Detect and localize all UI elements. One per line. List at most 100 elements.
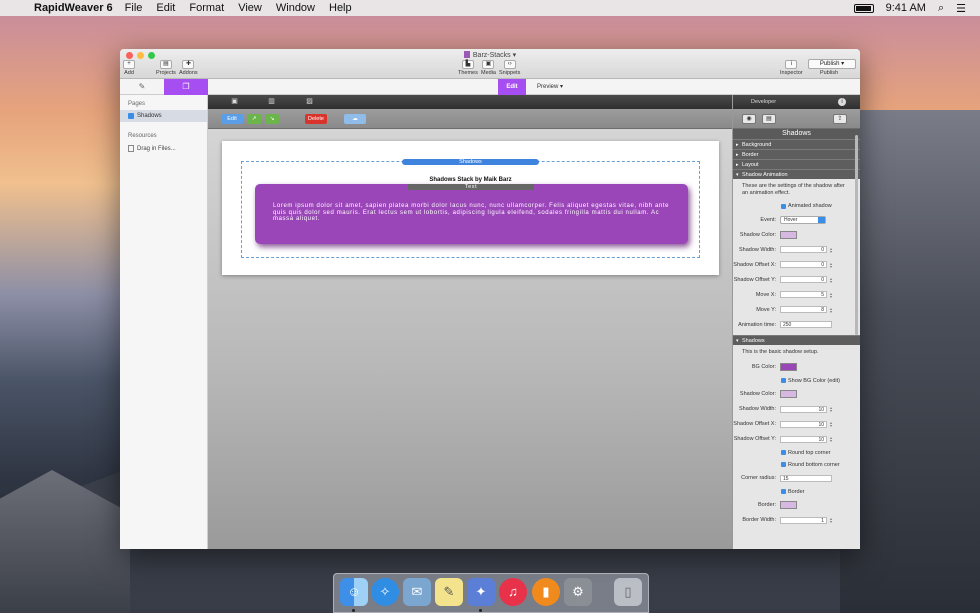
snippets-button[interactable]: ‹› Snippets [499, 60, 520, 76]
corner-radius-row: Corner radius: 15 [733, 471, 860, 486]
stepper-icon[interactable]: ▴ ▾ [830, 261, 832, 268]
addons-button[interactable]: ✚ Addons [179, 60, 198, 76]
menu-view[interactable]: View [238, 2, 262, 14]
developer-bar: Developer i [733, 95, 860, 109]
stepper-icon[interactable]: ▴ ▾ [830, 306, 832, 313]
corner-radius-field[interactable]: 15 [780, 474, 832, 482]
anim-shadow-width-field[interactable]: 0 [780, 246, 827, 253]
menu-edit[interactable]: Edit [156, 2, 175, 14]
themes-button[interactable]: ▙ Themes [458, 60, 478, 76]
shadow-box[interactable]: Text Lorem ipsum dolor sit amet, sapien … [255, 184, 688, 244]
anim-offset-y-field[interactable]: 0 [780, 276, 827, 283]
stack-title: Shadows Stack by Maik Barz [429, 177, 512, 183]
stepper-icon[interactable]: ▴ ▾ [830, 436, 832, 443]
section-border[interactable]: Border [733, 149, 860, 160]
move-down-button[interactable]: ↘ [265, 114, 279, 124]
animation-time-field[interactable]: 250 [780, 321, 832, 328]
trash-icon[interactable]: ▯ [614, 578, 642, 606]
move-x-field[interactable]: 5 [780, 291, 827, 298]
eye-icon[interactable]: ◉ [742, 114, 756, 124]
stepper-icon[interactable]: ▴ ▾ [830, 291, 832, 298]
themes-icon: ▙ [461, 60, 474, 69]
animated-shadow-checkbox[interactable]: Animated shadow [733, 200, 860, 212]
preview-mode-tab[interactable]: Preview ▾ [530, 79, 570, 95]
edit-mode-tab[interactable]: Edit [498, 79, 526, 95]
text-stack-badge[interactable]: Text [408, 184, 534, 190]
inspector-scrollbar[interactable] [855, 135, 858, 335]
edit-stack-button[interactable]: Edit [221, 114, 243, 124]
bg-color-label: BG Color: [751, 364, 776, 370]
anim-offset-x-field[interactable]: 0 [780, 261, 827, 268]
stepper-icon[interactable]: ▴ ▾ [830, 246, 832, 253]
mail-icon[interactable]: ✉ [403, 578, 431, 606]
anim-shadow-color-swatch[interactable] [780, 230, 797, 239]
projects-button[interactable]: ▤ Projects [156, 60, 176, 76]
drag-in-files-item[interactable]: Drag in Files... [120, 142, 207, 155]
system-preferences-icon[interactable]: ⚙ [564, 578, 592, 606]
settings-tab[interactable]: ✎ [120, 79, 164, 95]
show-bg-color-checkbox[interactable]: Show BG Color (edit) [733, 375, 860, 387]
dock: ☺ ✧ ✉ ✎ ✦ ♫ ▮ ⚙ ▯ [333, 573, 649, 613]
section-shadow-animation[interactable]: Shadow Animation [733, 169, 860, 180]
stack-badge[interactable]: Shadows [402, 159, 539, 165]
section-layout[interactable]: Layout [733, 159, 860, 170]
event-select[interactable]: Hover [780, 215, 826, 224]
delete-stack-button[interactable]: Delete [305, 114, 327, 124]
border-checkbox[interactable]: Border [733, 486, 860, 498]
bg-color-swatch[interactable] [780, 363, 797, 371]
stepper-icon[interactable]: ▴ ▾ [830, 276, 832, 283]
battery-icon[interactable] [853, 3, 874, 13]
ibooks-icon[interactable]: ▮ [532, 578, 560, 606]
stepper-icon[interactable]: ▴ ▾ [830, 421, 832, 428]
lock-icon[interactable]: ▤ [762, 114, 776, 124]
add-button[interactable]: + Add [123, 60, 135, 76]
shadow-offset-y-field[interactable]: 10 [780, 435, 827, 443]
stepper-icon[interactable]: ▴ ▾ [830, 406, 832, 413]
rapidweaver-icon[interactable]: ✦ [467, 578, 495, 606]
spotlight-search-icon[interactable]: ⌕ [938, 2, 944, 15]
addons-icon: ✚ [182, 60, 195, 69]
export-icon[interactable]: ⇪ [833, 114, 847, 124]
menu-help[interactable]: Help [329, 2, 352, 14]
cloud-button[interactable]: ☁ [344, 114, 366, 124]
notification-center-icon[interactable]: ☰ [956, 2, 966, 15]
shadow-width-row: Shadow Width: 10 ▴ ▾ [733, 402, 860, 417]
menu-file[interactable]: File [125, 2, 143, 14]
pages-tab[interactable]: ❐ [164, 79, 208, 95]
round-bottom-checkbox[interactable]: Round bottom corner [733, 459, 860, 471]
move-y-field[interactable]: 8 [780, 306, 827, 313]
window-title-text: Barz-Stacks [472, 52, 511, 59]
anim-offset-x-row: Shadow Offset X: 0 ▴ ▾ [733, 257, 860, 272]
notes-icon[interactable]: ✎ [435, 578, 463, 606]
publish-button[interactable]: Publish ▾ [808, 59, 856, 69]
shadow-offset-x-field[interactable]: 10 [780, 420, 827, 428]
shadows-stack[interactable]: Shadows Shadows Stack by Maik Barz Text … [241, 159, 700, 258]
stack-library-icon[interactable]: ▣ [230, 98, 239, 106]
move-up-button[interactable]: ↗ [247, 114, 261, 124]
section-shadows[interactable]: Shadows [733, 335, 860, 346]
round-top-checkbox[interactable]: Round top corner [733, 447, 860, 459]
section-background[interactable]: Background [733, 139, 860, 150]
stack-outline-icon[interactable]: ▥ [267, 98, 276, 106]
safari-icon[interactable]: ✧ [371, 578, 399, 606]
animation-note: These are the settings of the shadow aft… [742, 183, 845, 196]
stepper-icon[interactable]: ▴ ▾ [830, 517, 832, 524]
info-icon[interactable]: i [838, 98, 846, 106]
sidebar-page-shadows[interactable]: Shadows [120, 110, 207, 122]
checkbox-icon [781, 462, 786, 467]
app-menu[interactable]: RapidWeaver 6 [34, 2, 113, 14]
stack-image-icon[interactable]: ▨ [305, 98, 314, 106]
shadow-color-swatch[interactable] [780, 390, 797, 398]
shadow-width-field[interactable]: 10 [780, 405, 827, 413]
lorem-text[interactable]: Lorem ipsum dolor sit amet, sapien plate… [273, 203, 670, 223]
shadow-color-label: Shadow Color: [739, 391, 776, 397]
itunes-icon[interactable]: ♫ [499, 578, 527, 606]
border-width-field[interactable]: 1 [780, 516, 827, 524]
menu-format[interactable]: Format [189, 2, 224, 14]
menubar-clock[interactable]: 9:41 AM [886, 2, 926, 14]
inspector-button[interactable]: i Inspector [780, 60, 803, 76]
finder-icon[interactable]: ☺ [340, 578, 368, 606]
border-color-swatch[interactable] [780, 501, 797, 509]
media-button[interactable]: ▣ Media [481, 60, 496, 76]
menu-window[interactable]: Window [276, 2, 315, 14]
